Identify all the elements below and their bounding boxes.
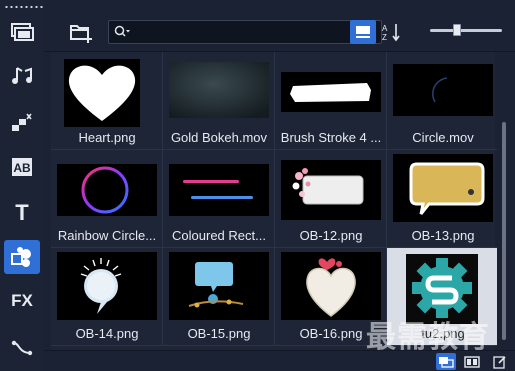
tool-rail: AB T FX [0,0,48,371]
graphics-icon[interactable] [4,240,40,274]
thumbnail [169,62,269,118]
sort-az-icon[interactable]: AZ [380,20,404,44]
text-icon-label: T [15,200,29,225]
fx-label: FX [11,291,33,310]
title-ab-icon[interactable]: AB [4,150,40,184]
edit-icon[interactable] [490,353,510,370]
search-icon[interactable] [114,25,132,44]
thumbnail [64,59,140,127]
library-item[interactable]: Coloured Rect... [163,150,275,248]
import-folder-icon[interactable] [68,20,94,44]
thumbnail [281,160,381,220]
library-grid: Heart.png Gold Bokeh.mov Brush Stroke 4 … [51,52,499,350]
search-box[interactable]: × [108,20,382,44]
thumbnail [393,64,493,116]
library-item[interactable]: Heart.png [51,52,163,150]
library-item[interactable]: Gold Bokeh.mov [163,52,275,150]
thumbnail [393,154,493,222]
svg-text:A: A [382,24,388,33]
rail-grip[interactable] [4,5,48,9]
item-name: Coloured Rect... [172,228,266,243]
thumbnail [281,252,381,320]
slider-track [430,29,502,32]
item-name: Brush Stroke 4 ... [280,130,382,145]
item-name: OB-13.png [411,228,475,243]
title-ab-label: AB [13,161,31,175]
item-name: Circle.mov [412,130,474,145]
watermark-text: 最需教育 [366,320,490,355]
vertical-scrollbar[interactable] [497,52,511,350]
scrollbar-thumb[interactable] [502,122,506,340]
library-item[interactable]: OB-13.png [387,150,499,248]
thumbnail [57,252,157,320]
text-icon[interactable]: T [4,196,40,230]
svg-text:Z: Z [382,33,387,42]
thumbnail [169,252,269,320]
library-item[interactable]: Rainbow Circle... [51,150,163,248]
transition-icon[interactable] [4,106,40,140]
thumbnail [281,72,381,112]
search-input[interactable] [135,23,345,41]
item-name: Rainbow Circle... [57,228,157,243]
library-item[interactable]: OB-12.png [275,150,387,248]
slider-thumb[interactable] [453,24,461,36]
audio-icon[interactable] [4,60,40,94]
library-item[interactable]: OB-15.png [163,248,275,346]
library-item[interactable]: OB-14.png [51,248,163,346]
fx-icon[interactable]: FX [4,284,40,318]
library-item[interactable]: Brush Stroke 4 ... [275,52,387,150]
thumbnail-size-slider[interactable] [430,24,502,36]
library-toolbar: × AZ [44,0,515,52]
item-name: OB-14.png [75,326,139,341]
list-view-icon[interactable] [350,20,376,44]
thumbnail [169,164,269,216]
item-name: Gold Bokeh.mov [170,130,268,145]
item-name: Heart.png [78,130,136,145]
path-icon[interactable] [4,330,40,364]
library-item[interactable]: Circle.mov [387,52,499,150]
thumbnail [57,164,157,216]
media-icon[interactable] [4,16,40,50]
item-name: OB-12.png [299,228,363,243]
item-name: OB-15.png [187,326,251,341]
